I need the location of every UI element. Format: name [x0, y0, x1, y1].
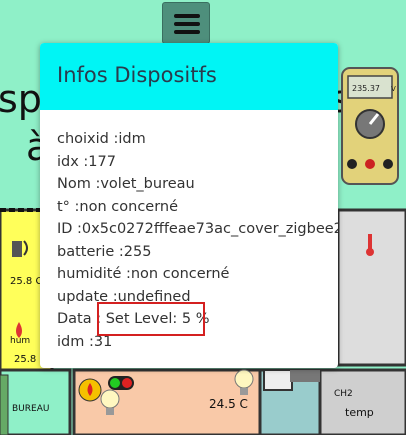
meter-reading: 235.37 [352, 84, 380, 93]
info-line-choixid: choixid :idm [57, 131, 146, 147]
room-temp-label: 24.5 C [209, 397, 248, 411]
data-highlight-box [97, 302, 205, 336]
menu-icon-bar [174, 30, 200, 34]
info-line-id: ID :0x5c0272fffeae73ac_cover_zigbee2 [57, 221, 338, 237]
modal-title: Infos Dispositfs [57, 63, 217, 87]
thermometer-icon[interactable] [364, 232, 376, 258]
info-line-temperature: t° :non concerné [57, 199, 179, 215]
info-line-batterie: batterie :255 [57, 244, 152, 260]
speaker-icon[interactable] [10, 235, 32, 261]
menu-icon-bar [174, 14, 200, 18]
info-line-nom: Nom :volet_bureau [57, 176, 195, 192]
info-line-humidite: humidité :non concerné [57, 266, 230, 282]
room-label-bureau: BUREAU [12, 404, 50, 414]
room-label-temp: temp [345, 406, 374, 419]
info-line-idm: idm :31 [57, 334, 113, 350]
fire-alarm-icon[interactable] [78, 378, 102, 402]
multimeter-icon[interactable]: 235.37 V [340, 66, 400, 186]
humidity-icon[interactable] [12, 320, 26, 342]
menu-button[interactable] [162, 2, 210, 44]
lightbulb-icon[interactable] [232, 368, 256, 398]
toggle-switch-icon[interactable] [108, 376, 134, 390]
info-line-idx: idx :177 [57, 154, 116, 170]
modal-header: Infos Dispositfs [40, 43, 338, 110]
room-temp-label: 25.8 C [10, 276, 43, 287]
menu-icon-bar [174, 22, 200, 26]
room-label-ch2: CH2 [334, 389, 353, 399]
svg-text:V: V [391, 85, 396, 93]
